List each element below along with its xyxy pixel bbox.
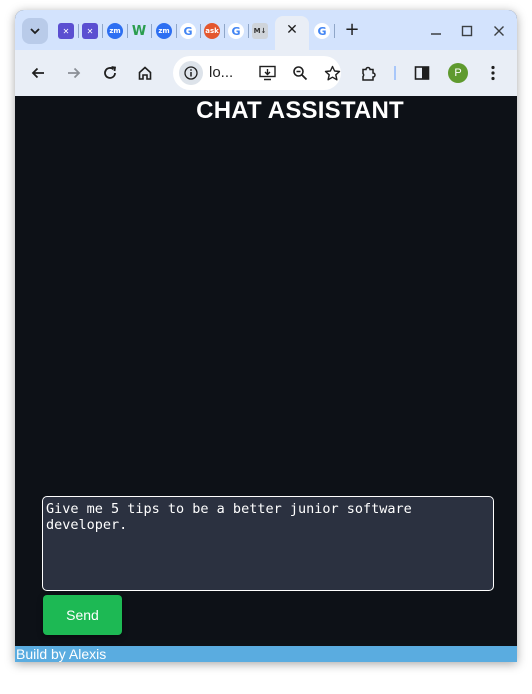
new-tab-plus-icon[interactable]: + bbox=[342, 20, 362, 40]
reload-icon[interactable] bbox=[100, 63, 120, 83]
tab-favicon-zoom-icon[interactable]: zm bbox=[107, 23, 123, 39]
browser-toolbar: lo... P bbox=[15, 50, 517, 96]
tab-strip: ✕ ✕ zm W zm G ask G M↓ ✕ G + bbox=[15, 10, 517, 50]
install-app-icon[interactable] bbox=[259, 64, 277, 82]
maximize-icon[interactable] bbox=[458, 22, 476, 40]
tab-favicon-w-icon[interactable]: W bbox=[131, 23, 147, 39]
home-icon[interactable] bbox=[135, 63, 155, 83]
chevron-down-icon bbox=[30, 28, 40, 35]
close-tab-icon[interactable]: ✕ bbox=[285, 23, 299, 37]
tab-separator bbox=[200, 24, 201, 38]
url-text[interactable]: lo... bbox=[209, 64, 239, 81]
menu-kebab-icon[interactable] bbox=[483, 63, 503, 83]
address-bar[interactable]: lo... bbox=[173, 56, 341, 90]
tab-favicon-zoom-icon[interactable]: zm bbox=[156, 23, 172, 39]
close-window-icon[interactable] bbox=[490, 22, 508, 40]
tab-separator bbox=[176, 24, 177, 38]
send-button[interactable]: Send bbox=[43, 595, 122, 635]
tab-favicon-markdown-icon[interactable]: M↓ bbox=[252, 23, 268, 39]
profile-avatar[interactable]: P bbox=[448, 63, 468, 83]
zoom-icon[interactable] bbox=[291, 64, 309, 82]
browser-window: ✕ ✕ zm W zm G ask G M↓ ✕ G + lo... P CHA… bbox=[15, 10, 517, 662]
tab-favicon-google-icon[interactable]: G bbox=[314, 23, 330, 39]
tab-separator bbox=[334, 24, 335, 38]
tab-separator bbox=[127, 24, 128, 38]
chat-input[interactable]: Give me 5 tips to be a better junior sof… bbox=[42, 496, 494, 591]
tab-separator bbox=[248, 24, 249, 38]
tab-favicon-google-icon[interactable]: G bbox=[180, 23, 196, 39]
tab-favicon-tools-icon[interactable]: ✕ bbox=[82, 23, 98, 39]
back-arrow-icon[interactable] bbox=[28, 63, 48, 83]
site-info-icon[interactable] bbox=[179, 61, 203, 85]
tab-separator bbox=[102, 24, 103, 38]
forward-arrow-icon[interactable] bbox=[64, 63, 84, 83]
page-title: CHAT ASSISTANT bbox=[196, 97, 404, 124]
footer-credit: Build by Alexis bbox=[15, 646, 517, 662]
tab-favicon-google-icon[interactable]: G bbox=[228, 23, 244, 39]
page-content: CHAT ASSISTANT Give me 5 tips to be a be… bbox=[15, 96, 517, 662]
toolbar-divider bbox=[394, 66, 396, 80]
tab-separator bbox=[224, 24, 225, 38]
tab-separator bbox=[151, 24, 152, 38]
tab-favicon-ask-icon[interactable]: ask bbox=[204, 23, 220, 39]
tab-favicon-tools-icon[interactable]: ✕ bbox=[58, 23, 74, 39]
tab-search-button[interactable] bbox=[22, 18, 48, 44]
minimize-icon[interactable] bbox=[427, 22, 445, 40]
bookmark-star-icon[interactable] bbox=[323, 64, 341, 82]
side-panel-icon[interactable] bbox=[412, 63, 432, 83]
tab-separator bbox=[78, 24, 79, 38]
extensions-puzzle-icon[interactable] bbox=[358, 63, 378, 83]
